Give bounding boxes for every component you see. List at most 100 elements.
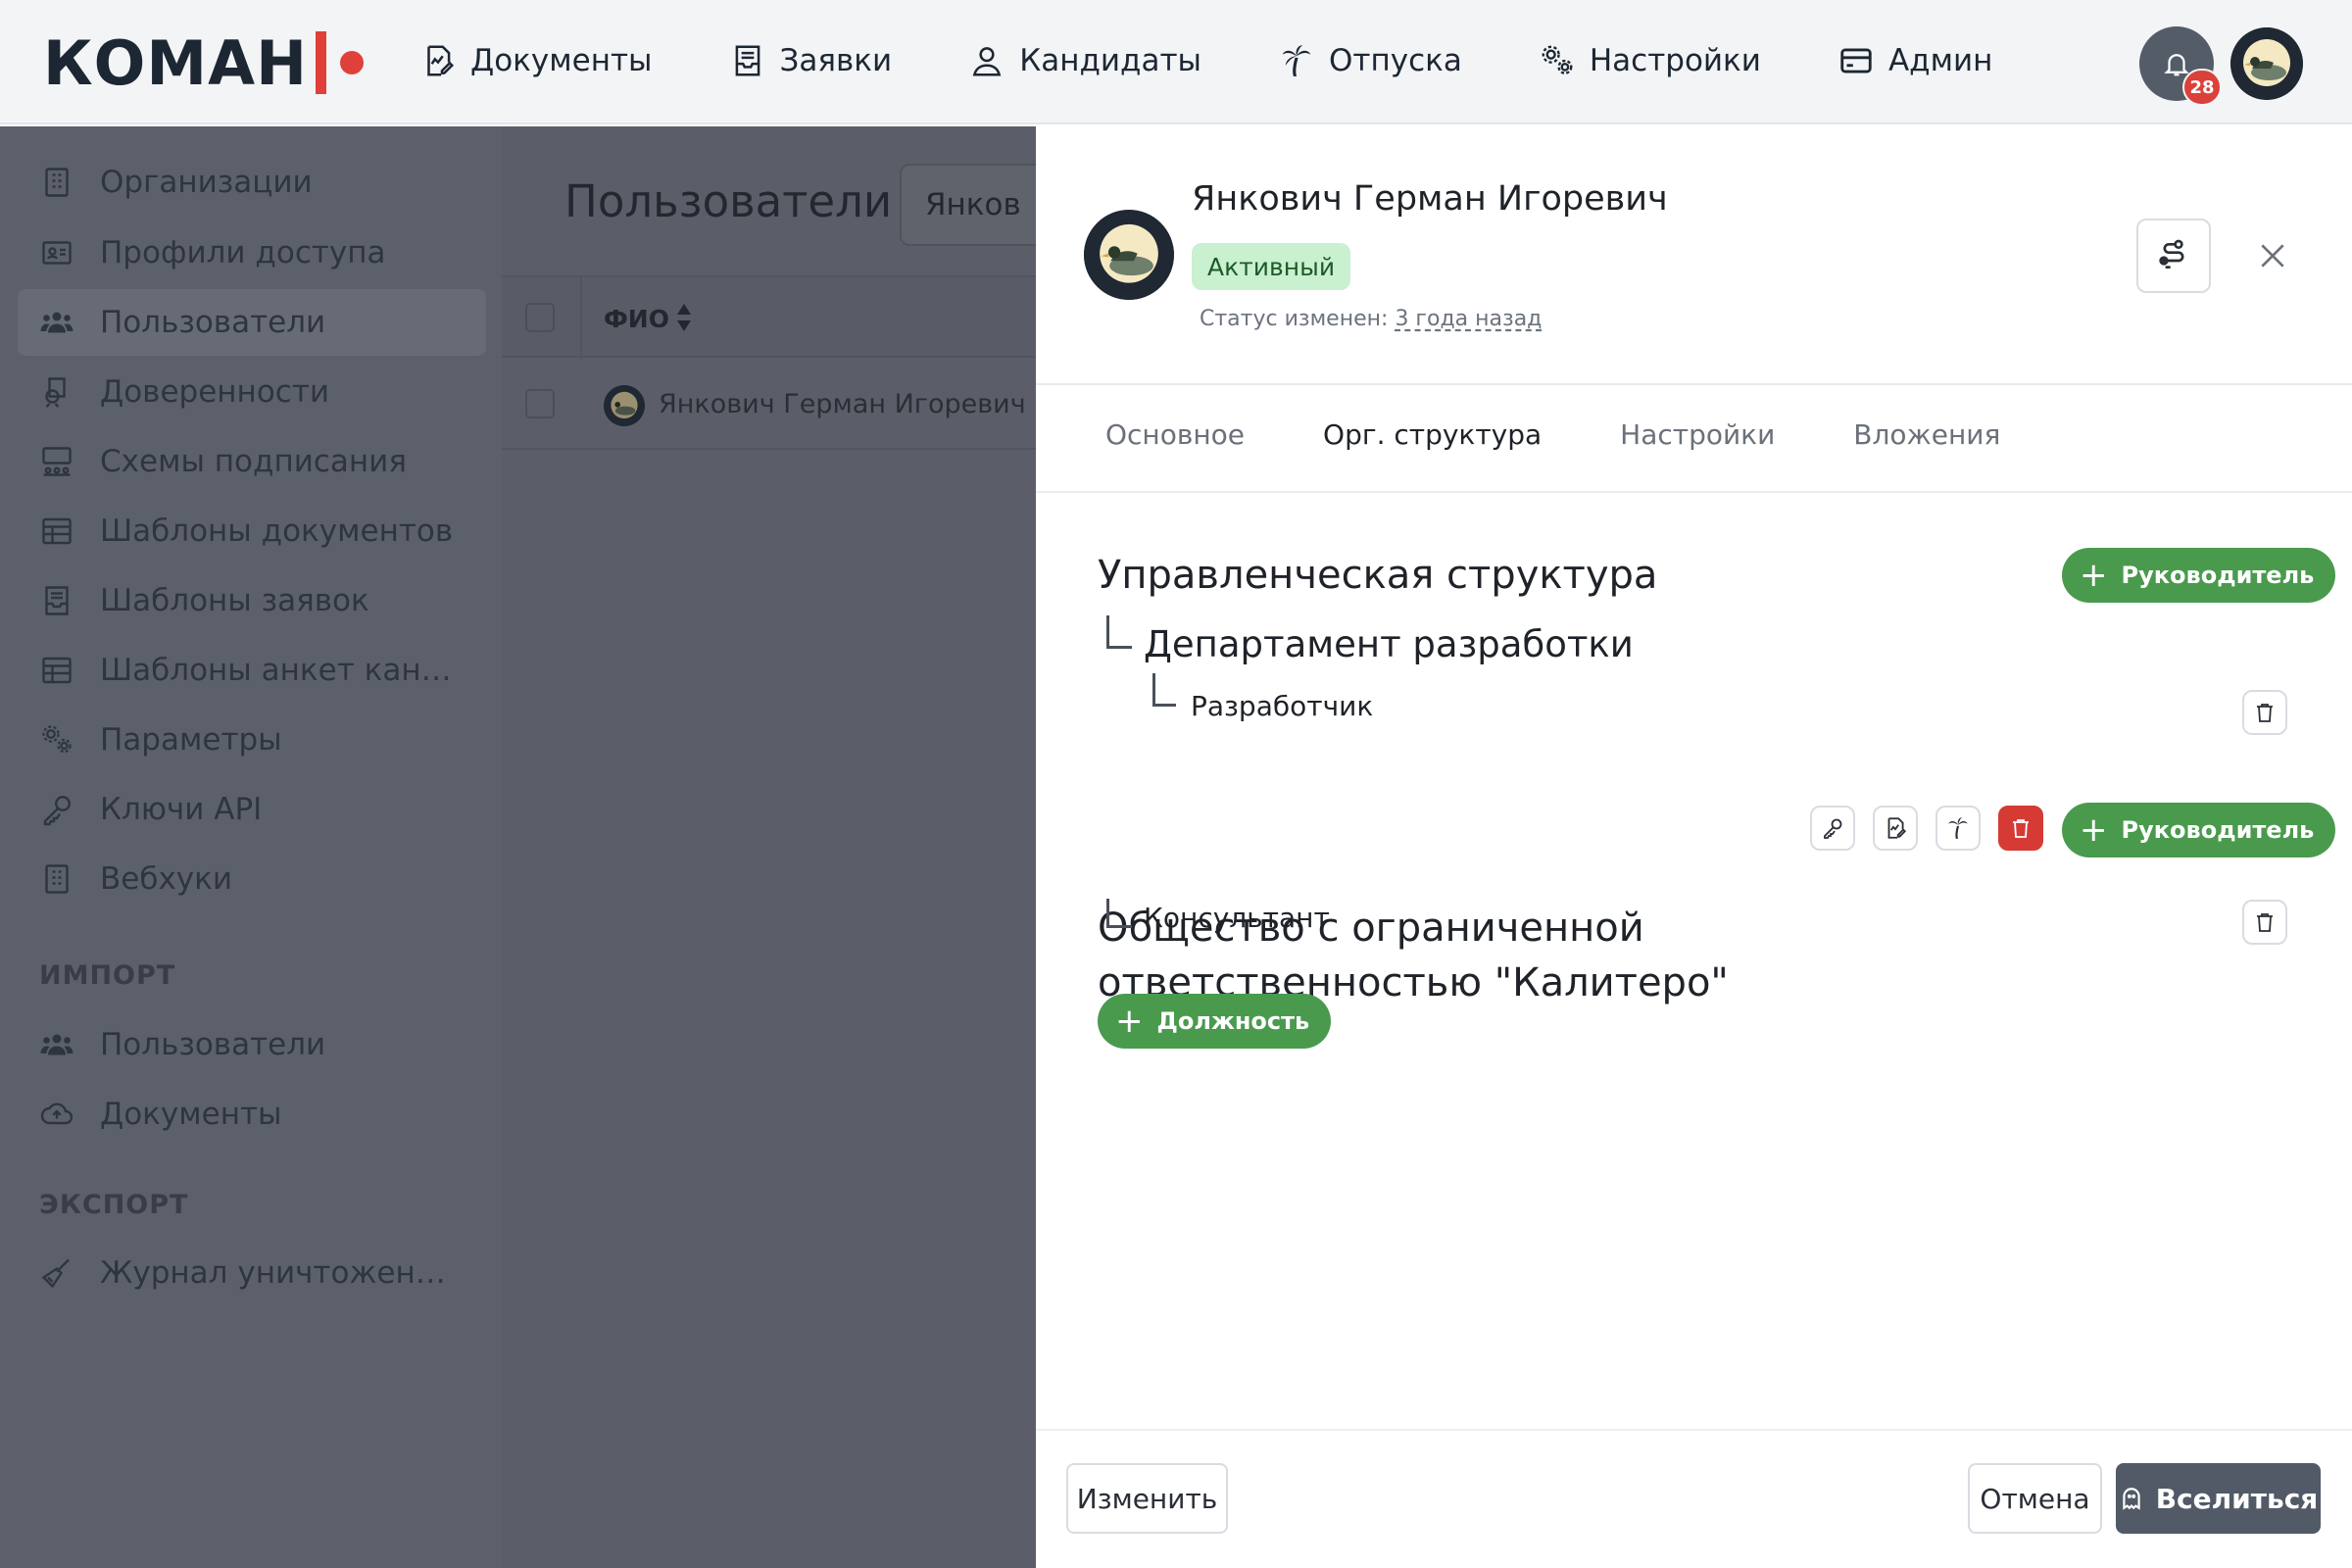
user-avatar[interactable] [2230,27,2303,100]
search-input[interactable]: Янков [900,164,1056,246]
sidebar-item-label: Схемы подписания [100,444,407,479]
plus-icon: + [2080,556,2108,595]
impersonate-label: Вселиться [2155,1482,2319,1515]
sidebar-item-label: Вебхуки [100,861,233,897]
table-icon [42,517,72,545]
user-name-cell: Янкович Герман Игоревич [659,389,1026,419]
nav-requests[interactable]: Заявки [729,42,892,79]
sidebar-item-label: Шаблоны анкет канд... [100,653,463,688]
sidebar-item-powers-of-attorney[interactable]: Доверенности [18,359,486,425]
table-row[interactable]: Янкович Герман Игоревич [502,358,1036,450]
gears-icon [1542,45,1573,74]
sidebar-item-label: Профили доступа [100,235,386,270]
divider [1036,1429,2352,1431]
add-org-manager-button[interactable]: + Руководитель [2062,803,2336,858]
palm-tree-icon [1948,817,1968,839]
inbox-icon [45,586,69,615]
tab-org-structure[interactable]: Орг. структура [1323,418,1542,451]
sidebar-item-api-keys[interactable]: Ключи API [18,776,486,843]
close-icon[interactable] [2248,231,2297,280]
divider [1036,383,2352,385]
duck-avatar-icon [1084,210,1174,300]
sidebar-item-signing-schemes[interactable]: Схемы подписания [18,428,486,495]
sidebar-item-access-profiles[interactable]: Профили доступа [18,220,486,286]
plus-icon: + [2080,810,2108,850]
position-name: Разработчик [1191,690,1374,722]
notification-count-badge: 28 [2182,69,2222,106]
sidebar-item-label: Параметры [100,722,282,758]
page-title: Пользователи [564,175,893,227]
trash-icon [2257,704,2273,722]
sidebar-item-users[interactable]: Пользователи [18,289,486,356]
main-content: Пользователи Янков ФИО Янкович Герман Иг… [502,126,1056,1568]
add-position-button[interactable]: + Должность [1098,994,1332,1049]
tree-connector [1106,899,1132,928]
sidebar-item-import-users[interactable]: Пользователи [18,1011,486,1078]
add-manager-label: Руководитель [2121,816,2315,844]
column-separator [580,277,582,360]
nav-label: Админ [1887,43,1993,78]
building-icon [45,864,69,894]
sidebar-item-label: Организации [100,165,313,200]
top-navbar: КОМАН Документы Заявки Кандидаты Отпуска… [0,0,2352,124]
gears-icon [42,725,72,754]
sidebar-item-request-templates[interactable]: Шаблоны заявок [18,567,486,634]
key-icon [1824,818,1842,839]
edit-button[interactable]: Изменить [1066,1463,1228,1534]
logo-text: КОМАН [43,26,308,99]
sort-icon[interactable] [674,301,694,334]
sidebar-item-parameters[interactable]: Параметры [18,707,486,773]
select-all-checkbox[interactable] [525,303,555,332]
duck-avatar-icon [2230,27,2303,100]
nav-label: Отпуска [1329,43,1462,78]
sidebar-item-destruction-log[interactable]: Журнал уничтожения ... [18,1240,486,1306]
nav-label: Документы [470,43,653,78]
status-changed-label: Статус изменен: [1200,307,1389,331]
tab-general[interactable]: Основное [1105,418,1245,451]
status-changed-time[interactable]: 3 года назад [1395,307,1542,331]
add-manager-button[interactable]: + Руководитель [2062,548,2336,603]
cloud-upload-icon [40,1102,74,1125]
logo-dot [339,51,364,74]
section-title-management-structure: Управленческая структура [1098,553,1658,598]
sidebar-item-import-documents[interactable]: Документы [18,1081,486,1148]
status-changed-info: Статус изменен: 3 года назад [1200,307,1542,331]
tab-attachments[interactable]: Вложения [1853,418,2000,451]
trash-icon [2013,819,2029,838]
org-documents-button[interactable] [1873,806,1918,851]
sidebar-item-candidate-form-templates[interactable]: Шаблоны анкет канд... [18,637,486,704]
nav-documents[interactable]: Документы [419,42,653,79]
delete-position-button[interactable] [2242,900,2287,945]
org-delete-button[interactable] [1998,806,2043,851]
sidebar-item-label: Ключи API [100,792,263,827]
sidebar-item-organizations[interactable]: Организации [18,149,486,216]
table-header: ФИО [502,275,1036,360]
route-icon [2159,239,2184,269]
add-manager-label: Руководитель [2121,562,2315,589]
cancel-button[interactable]: Отмена [1968,1463,2102,1534]
nav-candidates[interactable]: Кандидаты [968,42,1201,79]
nav-settings[interactable]: Настройки [1539,42,1761,79]
org-vacations-button[interactable] [1936,806,1981,851]
sidebar-item-webhooks[interactable]: Вебхуки [18,846,486,912]
position-name: Консультант [1144,902,1330,934]
sidebar-item-label: Шаблоны документов [100,514,454,549]
nav-label: Кандидаты [1019,43,1202,78]
user-actions-button[interactable] [2136,219,2211,293]
sidebar-item-document-templates[interactable]: Шаблоны документов [18,498,486,564]
delete-position-button[interactable] [2242,690,2287,735]
users-icon [40,312,74,333]
tab-settings[interactable]: Настройки [1620,418,1775,451]
department-name: Департамент разработки [1144,623,1634,665]
sidebar: Организации Профили доступа Пользователи… [0,126,502,1568]
trash-icon [2257,913,2273,932]
org-key-button[interactable] [1810,806,1855,851]
nav-admin[interactable]: Админ [1838,42,1992,79]
impersonate-button[interactable]: Вселиться [2116,1463,2321,1534]
column-header-name[interactable]: ФИО [604,305,669,333]
app-logo[interactable]: КОМАН [43,26,364,99]
card-icon [1840,48,1872,74]
nav-vacations[interactable]: Отпуска [1278,42,1462,79]
sidebar-item-label: Документы [100,1097,282,1132]
row-checkbox[interactable] [525,389,555,418]
